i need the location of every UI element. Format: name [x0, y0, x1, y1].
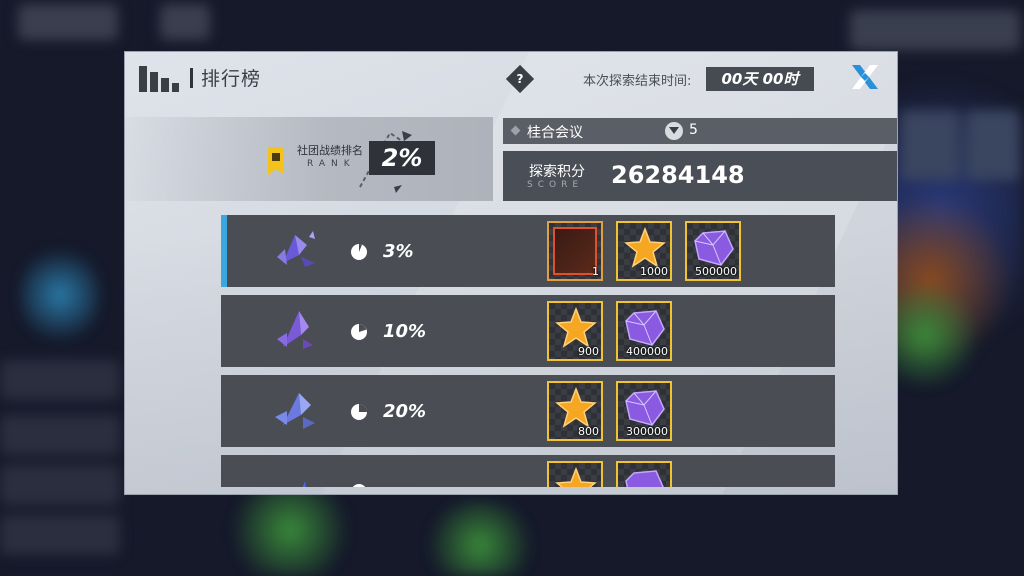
reward-item-star-coin[interactable]: 1000	[616, 221, 672, 281]
exploration-score-card: 探索积分 SCORE 26284148	[503, 151, 897, 201]
tier-percent: 20%	[383, 401, 427, 422]
purple-crystal-icon	[625, 390, 665, 426]
tier-row[interactable]: 10% 900 400000	[221, 295, 835, 367]
tier-percent: 10%	[383, 321, 427, 342]
rank-sub-label: RANK	[307, 159, 356, 169]
score-sub-label: SCORE	[527, 180, 584, 190]
guild-info-bar: 桂合会议 5	[503, 118, 897, 144]
score-label: 探索积分	[529, 164, 585, 180]
reward-item-purple-crystal[interactable]: 500000	[685, 221, 741, 281]
guild-rank-card: 社团战绩排名 RANK 2%	[125, 117, 493, 201]
reward-item-avatar-frame[interactable]: 1	[547, 221, 603, 281]
percent-pie-icon	[351, 404, 367, 420]
tier-crystal-icon	[277, 311, 313, 349]
title-divider	[190, 68, 193, 88]
rank-flag-icon	[268, 147, 284, 175]
reward-quantity: 800	[578, 425, 599, 438]
reward-quantity: 900	[578, 345, 599, 358]
tier-crystal-icon	[275, 393, 315, 429]
tier-crystal-icon	[277, 231, 315, 267]
reward-item-star-coin[interactable]	[547, 461, 603, 487]
percent-pie-icon	[352, 484, 366, 487]
guild-emblem-icon	[665, 122, 683, 140]
purple-crystal-icon	[625, 470, 664, 487]
star-coin-icon	[624, 227, 666, 268]
star-coin-icon	[555, 467, 597, 487]
reward-item-purple-crystal[interactable]: 400000	[616, 301, 672, 361]
reward-item-purple-crystal[interactable]	[616, 461, 672, 487]
tier-row[interactable]: 20% 800 300000	[221, 375, 835, 447]
reward-quantity: 500000	[695, 265, 737, 278]
reward-quantity: 1000	[640, 265, 668, 278]
tier-crystal-icon	[302, 481, 306, 487]
tier-row[interactable]: 3% 1 1000 500000	[221, 215, 835, 287]
end-time-value: 00天 00时	[706, 67, 814, 91]
reward-item-star-coin[interactable]: 800	[547, 381, 603, 441]
reward-quantity: 1	[592, 265, 599, 278]
end-time-label: 本次探索结束时间:	[583, 74, 692, 89]
star-coin-icon	[555, 387, 597, 428]
star-coin-icon	[555, 307, 597, 348]
panel-title: 排行榜	[201, 68, 262, 90]
percent-pie-icon	[351, 324, 367, 340]
reward-quantity: 300000	[626, 425, 668, 438]
rank-value: 2%	[369, 141, 435, 175]
purple-crystal-icon	[625, 310, 665, 346]
reward-tier-list[interactable]: 3% 1 1000 500000 10% 900 400000 20% 800 …	[221, 215, 835, 487]
score-value: 26284148	[611, 161, 745, 189]
diamond-bullet-icon	[510, 125, 521, 136]
help-icon[interactable]: ?	[505, 64, 535, 94]
tier-percent: 3%	[383, 241, 414, 262]
close-icon[interactable]	[849, 63, 881, 91]
purple-crystal-icon	[694, 230, 734, 266]
reward-quantity: 400000	[626, 345, 668, 358]
tier-row[interactable]	[221, 455, 835, 487]
leaderboard-panel: 排行榜 ? 本次探索结束时间: 00天 00时 社团战绩排名 RANK 2% 桂…	[124, 51, 898, 495]
percent-pie-icon	[351, 244, 367, 260]
guild-name: 桂合会议	[527, 125, 583, 141]
guild-member-count: 5	[689, 122, 698, 138]
reward-item-purple-crystal[interactable]: 300000	[616, 381, 672, 441]
reward-item-star-coin[interactable]: 900	[547, 301, 603, 361]
leaderboard-icon	[139, 66, 179, 92]
